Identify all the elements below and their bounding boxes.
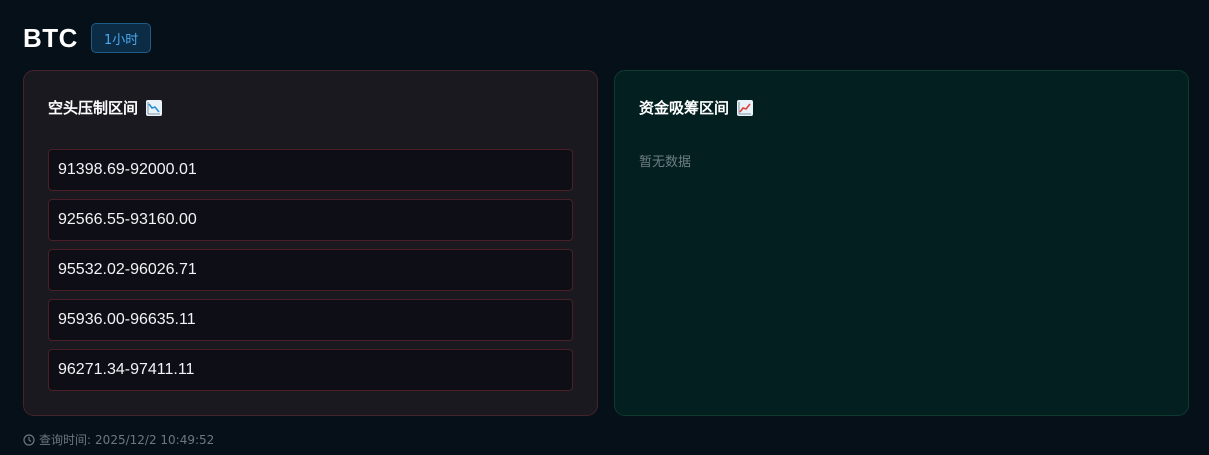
query-time-label: 查询时间: [39, 433, 92, 447]
symbol-title: BTC [23, 22, 78, 53]
short-zone-item[interactable]: 91398.69-92000.01 [48, 149, 573, 191]
accumulation-title: 资金吸筹区间 [639, 97, 754, 118]
query-time-value: 2025/12/2 10:49:52 [95, 432, 215, 447]
header: BTC 1小时 [23, 22, 152, 53]
short-zone-list: 91398.69-92000.01 92566.55-93160.00 9553… [48, 149, 573, 399]
short-zone-item[interactable]: 95532.02-96026.71 [48, 249, 573, 291]
accumulation-title-text: 资金吸筹区间 [639, 99, 730, 117]
clock-icon [23, 433, 35, 446]
short-zone-item[interactable]: 96271.34-97411.11 [48, 349, 573, 391]
short-pressure-panel: 空头压制区间 91398.69-92000.01 92566.55-93160.… [23, 70, 598, 416]
short-zone-item[interactable]: 95936.00-96635.11 [48, 299, 573, 341]
chart-decreasing-icon [146, 99, 163, 116]
short-pressure-title: 空头压制区间 [48, 97, 163, 118]
empty-state-text: 暂无数据 [639, 155, 692, 170]
accumulation-panel: 资金吸筹区间 暂无数据 [614, 70, 1189, 416]
page: BTC 1小时 空头压制区间 91398.69-92000.01 92566.5… [0, 0, 1209, 455]
timeframe-badge[interactable]: 1小时 [90, 23, 152, 53]
short-pressure-title-text: 空头压制区间 [48, 99, 139, 117]
chart-increasing-icon [737, 99, 754, 116]
short-zone-item[interactable]: 92566.55-93160.00 [48, 199, 573, 241]
query-time-footer: 查询时间: 2025/12/2 10:49:52 [23, 431, 214, 448]
